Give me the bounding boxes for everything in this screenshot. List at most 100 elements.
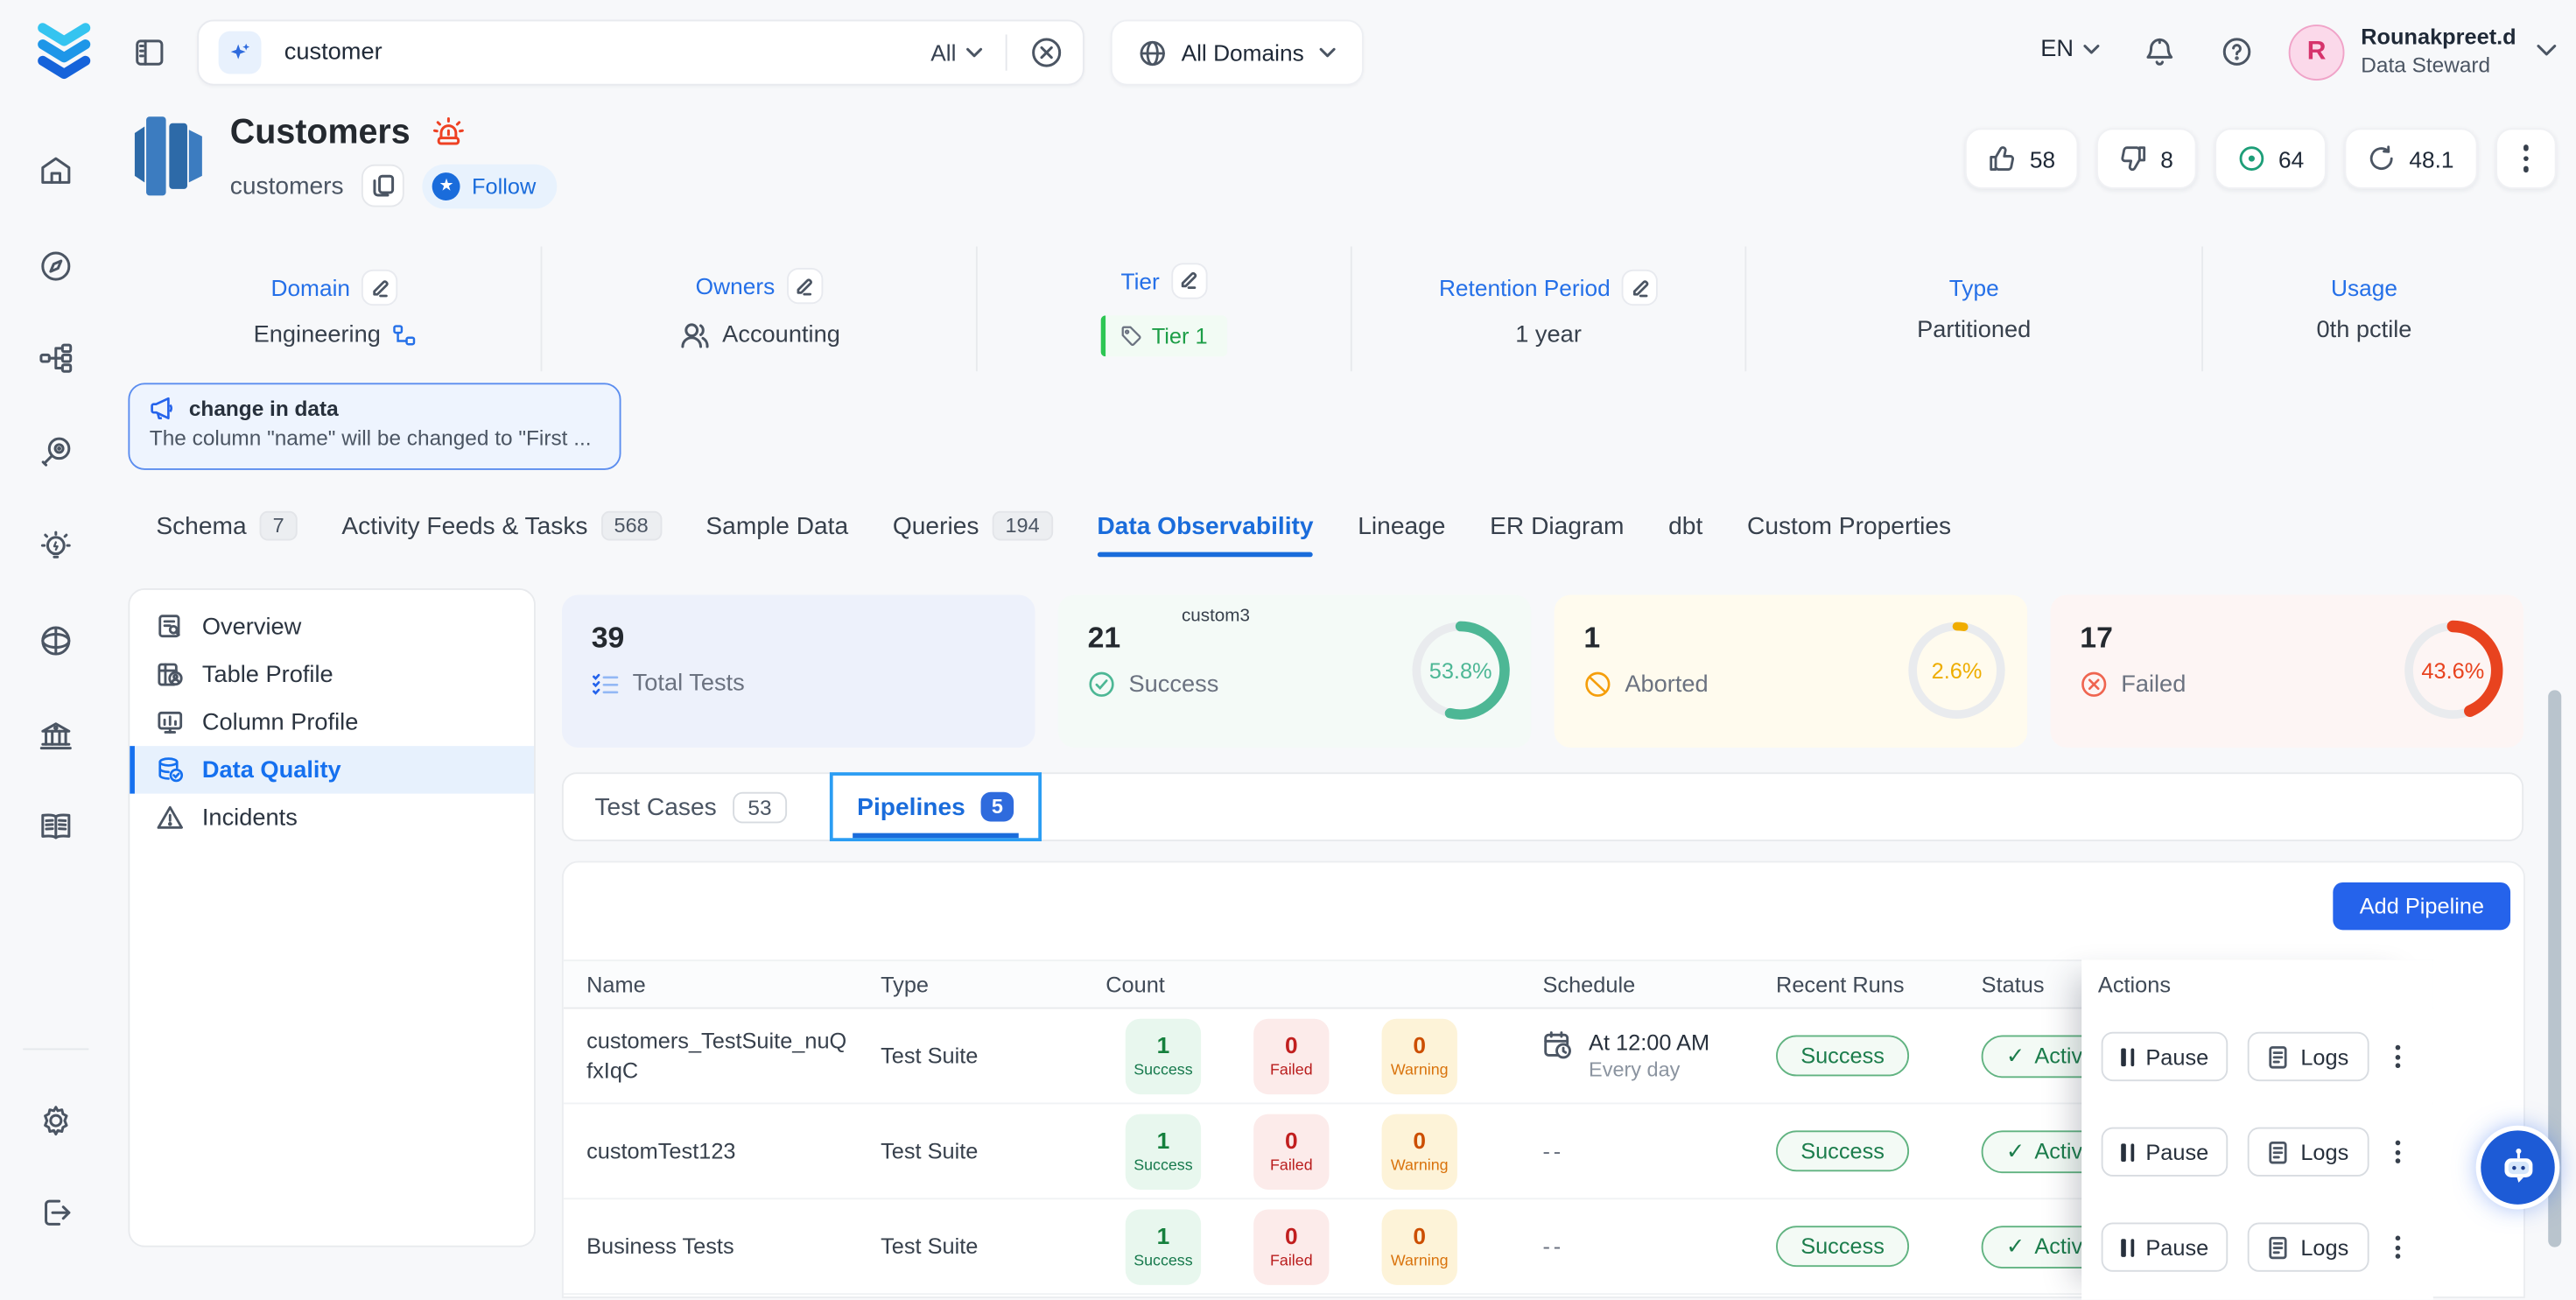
search-scope-dropdown[interactable]: All bbox=[930, 39, 982, 66]
follow-button[interactable]: ★ Follow bbox=[423, 164, 558, 208]
menu-table-profile[interactable]: Table Profile bbox=[130, 650, 534, 698]
menu-incidents[interactable]: Incidents bbox=[130, 794, 534, 841]
pause-icon bbox=[2121, 1048, 2134, 1066]
more-actions-kebab-icon[interactable] bbox=[2495, 128, 2556, 188]
usage-label: Usage bbox=[2331, 274, 2397, 300]
failed-donut: 43.6% bbox=[2398, 616, 2507, 725]
announcement-siren-icon[interactable] bbox=[430, 115, 466, 151]
chevron-down-icon bbox=[966, 47, 983, 57]
tab-test-cases[interactable]: Test Cases 53 bbox=[594, 791, 786, 823]
help-icon[interactable] bbox=[2222, 36, 2253, 67]
nav-settings-gear-icon[interactable] bbox=[38, 1102, 74, 1138]
tab-schema[interactable]: Schema7 bbox=[156, 493, 297, 559]
row-kebab-icon[interactable] bbox=[2388, 1134, 2406, 1170]
nav-domains-icon[interactable] bbox=[38, 622, 74, 658]
language-dropdown[interactable]: EN bbox=[2040, 36, 2100, 62]
pause-button[interactable]: Pause bbox=[2102, 1222, 2229, 1271]
menu-data-quality[interactable]: Data Quality bbox=[130, 746, 534, 793]
col-header-type[interactable]: Type bbox=[858, 972, 1083, 996]
user-menu[interactable]: Rounakpreet.d Data Steward bbox=[2361, 23, 2516, 79]
col-header-count[interactable]: Count bbox=[1083, 972, 1520, 996]
logs-button[interactable]: Logs bbox=[2248, 1128, 2369, 1177]
chatbot-button[interactable] bbox=[2481, 1130, 2554, 1204]
tab-queries[interactable]: Queries194 bbox=[893, 493, 1053, 559]
edit-owners-icon[interactable] bbox=[786, 268, 822, 304]
success-label: Success bbox=[1128, 671, 1218, 698]
tab-data-observability[interactable]: Data Observability bbox=[1097, 493, 1313, 559]
nav-discovery-icon[interactable] bbox=[38, 434, 74, 470]
sidebar-toggle-icon[interactable] bbox=[135, 38, 165, 67]
tier-badge[interactable]: Tier 1 bbox=[1101, 314, 1228, 355]
nav-knowledge-icon[interactable] bbox=[38, 808, 74, 844]
nav-data-assets-icon[interactable] bbox=[38, 341, 74, 376]
domain-value[interactable]: Engineering bbox=[254, 322, 416, 348]
global-search[interactable]: customer All bbox=[197, 20, 1084, 86]
menu-overview[interactable]: Overview bbox=[130, 603, 534, 650]
announcement-banner[interactable]: change in data The column "name" will be… bbox=[128, 383, 621, 469]
col-header-schedule[interactable]: Schedule bbox=[1520, 972, 1753, 996]
menu-column-profile[interactable]: Column Profile bbox=[130, 699, 534, 746]
nav-insights-icon[interactable] bbox=[38, 529, 74, 565]
owners-value[interactable]: Accounting bbox=[677, 320, 839, 350]
col-header-recent-runs[interactable]: Recent Runs bbox=[1753, 972, 1959, 996]
clear-search-icon[interactable] bbox=[1030, 36, 1063, 69]
tab-er-diagram[interactable]: ER Diagram bbox=[1490, 493, 1624, 559]
recent-run-badge[interactable]: Success bbox=[1776, 1036, 1909, 1077]
tab-custom-properties[interactable]: Custom Properties bbox=[1747, 493, 1951, 559]
row-kebab-icon[interactable] bbox=[2388, 1038, 2406, 1075]
notifications-bell-icon[interactable] bbox=[2144, 36, 2175, 69]
quality-score-button[interactable]: 64 bbox=[2215, 128, 2327, 188]
user-menu-chevron-icon[interactable] bbox=[2537, 45, 2557, 56]
divider bbox=[1006, 34, 1007, 70]
entity-stats: 58 8 64 48.1 bbox=[1966, 128, 2557, 188]
actions-column: Actions Pause Logs Pause Logs Pause Logs bbox=[2081, 959, 2433, 1300]
domains-dropdown[interactable]: All Domains bbox=[1111, 20, 1364, 86]
domain-label: Domain bbox=[270, 274, 350, 300]
downvote-button[interactable]: 8 bbox=[2096, 128, 2196, 188]
nav-explore-icon[interactable] bbox=[38, 248, 74, 284]
entity-meta-strip: Domain Engineering Owners Accounting Tie… bbox=[128, 247, 2525, 372]
table-profile-icon bbox=[156, 661, 184, 689]
tab-activity-feeds[interactable]: Activity Feeds & Tasks568 bbox=[341, 493, 661, 559]
edit-domain-icon[interactable] bbox=[361, 270, 397, 306]
upvote-button[interactable]: 58 bbox=[1966, 128, 2079, 188]
avatar[interactable]: R bbox=[2289, 25, 2345, 81]
pause-button[interactable]: Pause bbox=[2102, 1128, 2229, 1177]
tab-pipelines[interactable]: Pipelines 5 bbox=[829, 772, 1042, 841]
add-pipeline-button[interactable]: Add Pipeline bbox=[2334, 882, 2510, 930]
schedule-time: At 12:00 AM bbox=[1589, 1030, 1709, 1055]
col-header-name[interactable]: Name bbox=[564, 972, 858, 996]
quality-tabs-bar: Test Cases 53 Pipelines 5 bbox=[562, 772, 2523, 841]
nav-governance-icon[interactable] bbox=[38, 718, 74, 754]
freshness-button[interactable]: 48.1 bbox=[2345, 128, 2477, 188]
row-actions: Pause Logs bbox=[2081, 1199, 2433, 1295]
copy-icon[interactable] bbox=[361, 165, 404, 207]
nav-logout-icon[interactable] bbox=[38, 1195, 74, 1231]
logs-button[interactable]: Logs bbox=[2248, 1222, 2369, 1271]
nav-home-icon[interactable] bbox=[38, 153, 74, 189]
app-logo-icon[interactable] bbox=[34, 21, 94, 83]
tab-sample-data[interactable]: Sample Data bbox=[705, 493, 848, 559]
tier-label: Tier bbox=[1120, 267, 1159, 293]
row-kebab-icon[interactable] bbox=[2388, 1229, 2406, 1266]
schedule-frequency: Every day bbox=[1589, 1058, 1709, 1081]
pipeline-name[interactable]: customers_TestSuite_nuQfxIqC bbox=[564, 1026, 858, 1086]
tab-dbt[interactable]: dbt bbox=[1668, 493, 1702, 559]
recent-run-badge[interactable]: Success bbox=[1776, 1130, 1909, 1171]
success-donut: 53.8% bbox=[1407, 616, 1515, 725]
pipeline-name[interactable]: customTest123 bbox=[564, 1136, 858, 1166]
search-input[interactable]: customer bbox=[284, 39, 930, 66]
announcement-title: change in data bbox=[189, 396, 339, 420]
edit-retention-icon[interactable] bbox=[1622, 270, 1658, 306]
thumbs-up-icon bbox=[1989, 144, 2017, 172]
pause-button[interactable]: Pause bbox=[2102, 1032, 2229, 1081]
user-role: Data Steward bbox=[2361, 51, 2516, 79]
logs-button[interactable]: Logs bbox=[2248, 1032, 2369, 1081]
meta-domain: Domain Engineering bbox=[128, 247, 542, 372]
ai-sparkle-icon[interactable] bbox=[219, 32, 262, 74]
check-icon: ✓ bbox=[2006, 1138, 2025, 1164]
edit-tier-icon[interactable] bbox=[1171, 262, 1207, 298]
x-circle-icon bbox=[2080, 671, 2108, 699]
target-icon bbox=[2237, 144, 2265, 172]
tab-lineage[interactable]: Lineage bbox=[1358, 493, 1445, 559]
